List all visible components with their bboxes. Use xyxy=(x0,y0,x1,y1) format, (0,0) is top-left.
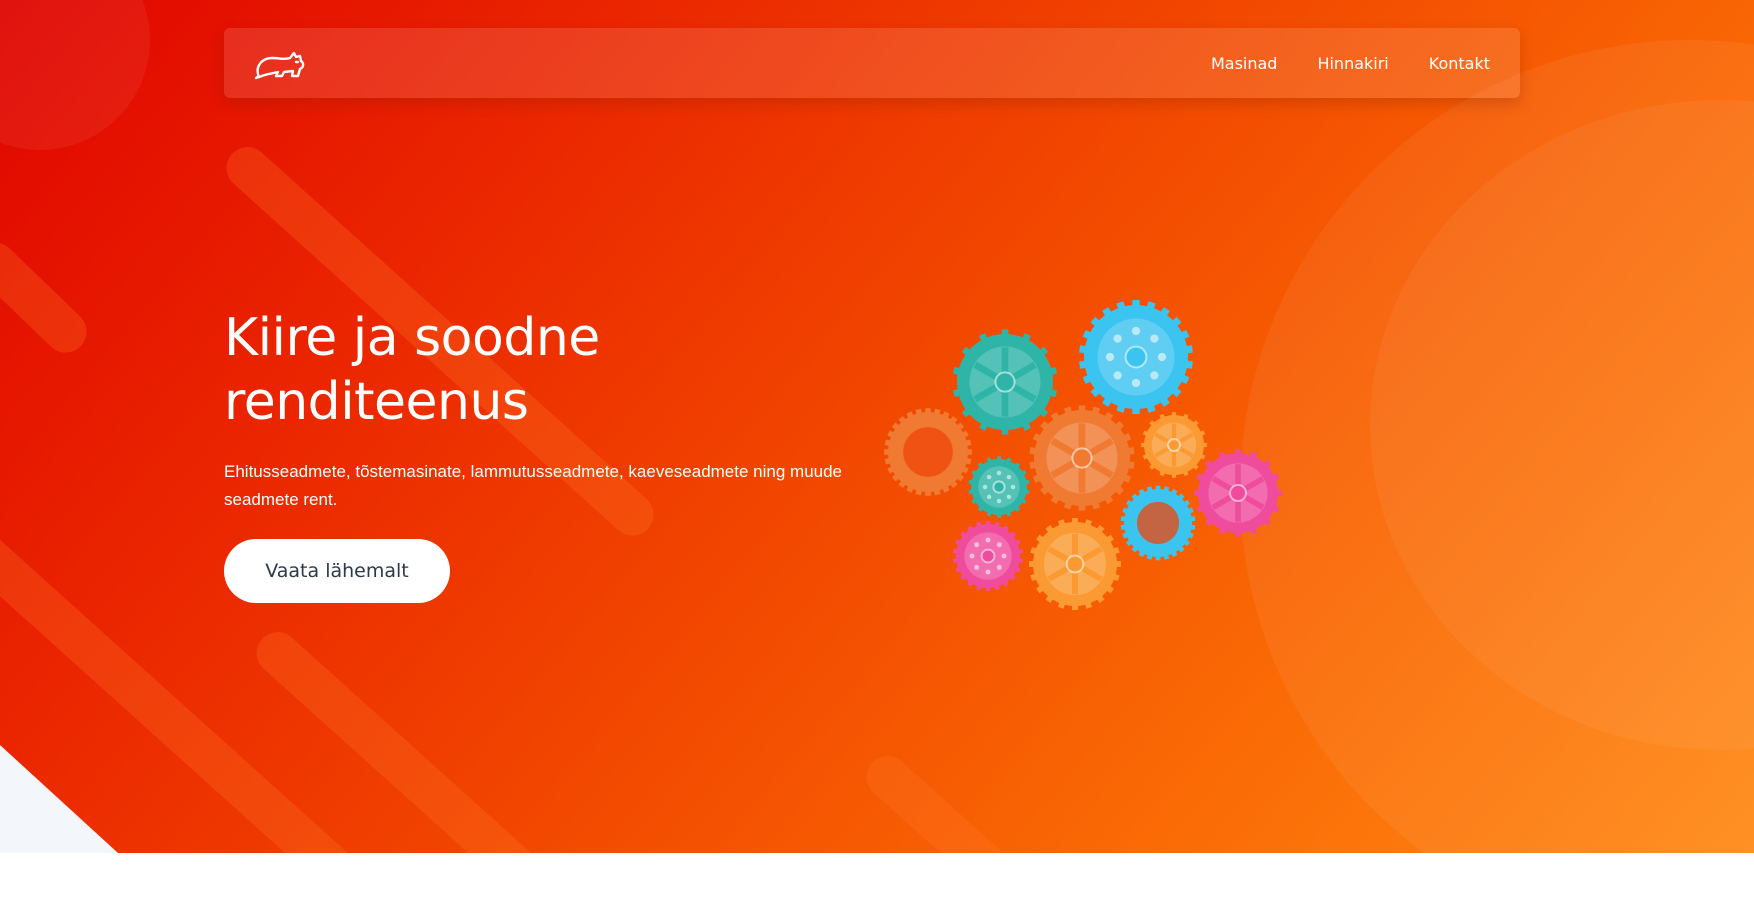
nav-links: Masinad Hinnakiri Kontakt xyxy=(1211,28,1490,98)
gear-icon xyxy=(1029,405,1135,511)
nav-link-masinad[interactable]: Masinad xyxy=(1211,54,1278,73)
hero-subtitle: Ehitusseadmete, tõstemasinate, lammutuss… xyxy=(224,462,843,509)
gear-icon xyxy=(1141,412,1207,478)
cta-button[interactable]: Vaata lähemalt xyxy=(224,539,450,603)
gear-icon xyxy=(1194,449,1282,537)
hero-title: Kiire ja soodne renditeenus xyxy=(224,308,600,432)
navbar: Masinad Hinnakiri Kontakt xyxy=(224,28,1520,98)
gear-icon xyxy=(952,329,1058,435)
gears-illustration xyxy=(884,300,1282,611)
gear-icon xyxy=(1120,485,1196,561)
gear-icon xyxy=(1079,300,1193,414)
gear-icon xyxy=(884,408,972,496)
gear-icon xyxy=(968,456,1030,518)
gear-icon xyxy=(1028,517,1122,611)
nav-link-hinnakiri[interactable]: Hinnakiri xyxy=(1317,54,1388,73)
logo-link[interactable] xyxy=(252,44,308,84)
gear-icon xyxy=(952,520,1024,592)
nav-link-kontakt[interactable]: Kontakt xyxy=(1429,54,1490,73)
hero-section: Masinad Hinnakiri Kontakt Kiire ja soodn… xyxy=(0,0,1754,853)
cat-logo-icon xyxy=(254,51,305,80)
